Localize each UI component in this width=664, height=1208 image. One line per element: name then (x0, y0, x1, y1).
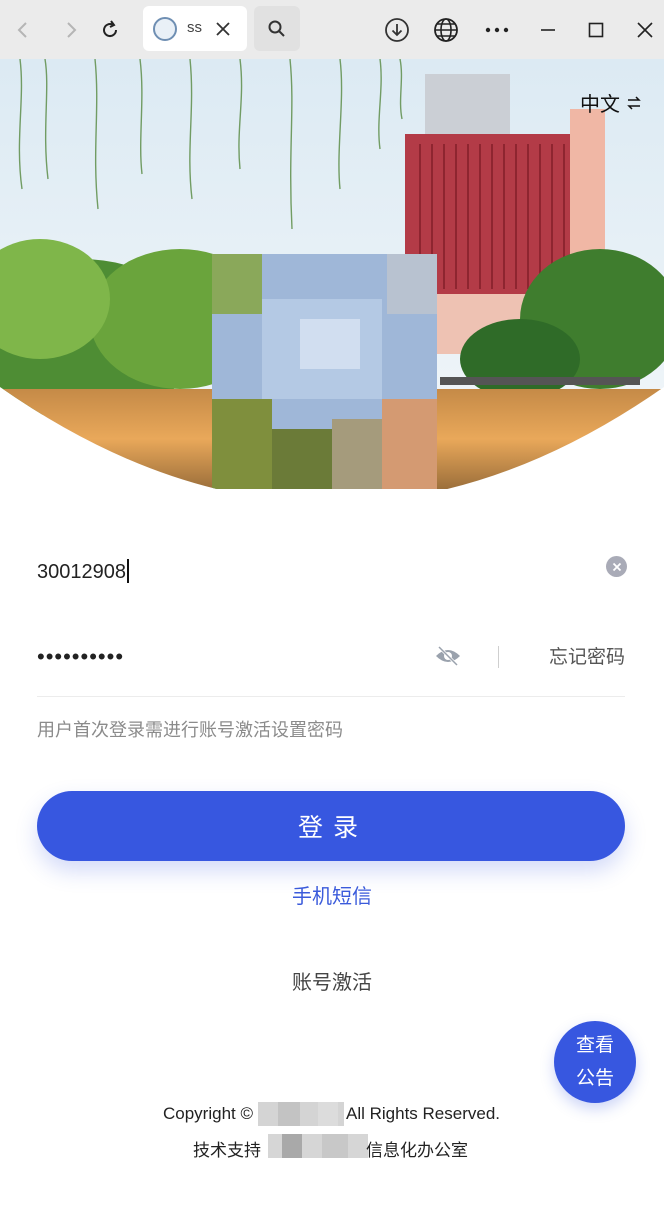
text-caret (126, 559, 129, 583)
copyright-line: Copyright © All Rights Reserved. (0, 1102, 664, 1126)
browser-tab[interactable]: ss (143, 6, 247, 51)
close-tab-icon[interactable] (211, 17, 235, 41)
divider (498, 646, 499, 668)
redacted-text (318, 1102, 338, 1126)
redacted-text (282, 1134, 302, 1158)
forgot-password-link[interactable]: 忘记密码 (549, 642, 625, 669)
view-notice-button[interactable]: 查看 公告 (554, 1021, 636, 1103)
support-line: 技术支持 信息化办公室 (0, 1134, 664, 1160)
account-activation-link[interactable]: 账号激活 (0, 966, 664, 995)
login-button[interactable]: 登录 (37, 791, 625, 861)
language-label: 中文 (580, 92, 620, 116)
copyright-prefix: Copyright © (163, 1104, 254, 1123)
search-icon[interactable] (254, 6, 300, 51)
minimize-icon[interactable] (532, 14, 564, 46)
tab-title: ss (187, 19, 202, 36)
more-icon[interactable] (481, 14, 513, 46)
eye-hidden-icon[interactable] (434, 644, 462, 668)
site-logo-icon (153, 17, 177, 41)
copyright-suffix: All Rights Reserved. (346, 1104, 501, 1123)
notice-label-line1: 查看 (575, 1034, 614, 1056)
account-input[interactable]: 30012908 (37, 559, 129, 584)
redacted-text (278, 1102, 300, 1126)
back-icon[interactable] (7, 14, 39, 46)
password-input[interactable]: •••••••••• (37, 644, 124, 670)
notice-label-line2: 公告 (575, 1067, 614, 1089)
reload-icon[interactable] (94, 14, 126, 46)
account-field[interactable]: 30012908 (37, 545, 627, 601)
maximize-icon[interactable] (580, 14, 612, 46)
support-prefix: 技术支持 (193, 1141, 261, 1160)
language-switch[interactable]: 中文 (580, 88, 642, 117)
forward-icon[interactable] (55, 14, 87, 46)
sms-login-link[interactable]: 手机短信 (0, 880, 664, 909)
password-field[interactable]: •••••••••• 忘记密码 (37, 630, 625, 697)
support-suffix: 信息化办公室 (366, 1141, 468, 1160)
pixelated-emblem (212, 254, 437, 489)
close-icon[interactable] (629, 14, 661, 46)
swap-icon (627, 95, 641, 110)
redacted-text (322, 1134, 348, 1158)
download-icon[interactable] (381, 14, 413, 46)
activation-hint: 用户首次登录需进行账号激活设置密码 (37, 720, 343, 741)
browser-toolbar: ss (0, 0, 664, 59)
clear-icon[interactable] (606, 556, 627, 577)
campus-banner-image (0, 59, 664, 489)
globe-icon[interactable] (430, 14, 462, 46)
